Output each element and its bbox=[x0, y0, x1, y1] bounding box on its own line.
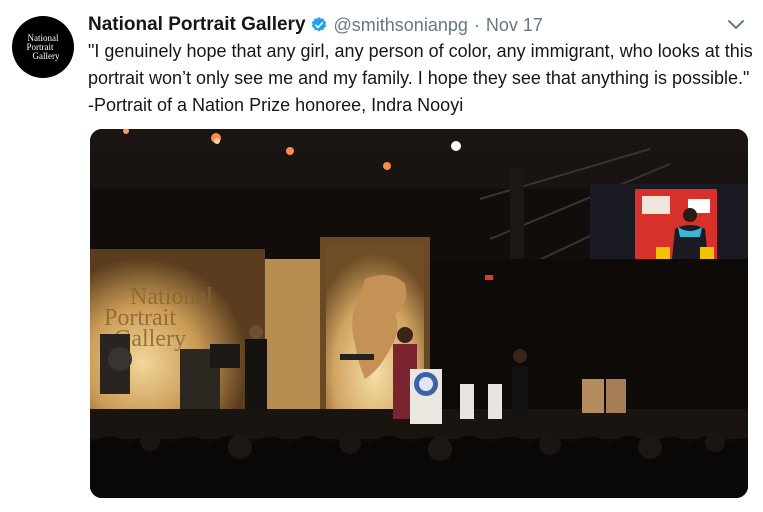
display-name[interactable]: National Portrait Gallery bbox=[88, 14, 306, 36]
verified-badge-icon bbox=[311, 17, 326, 32]
event-photo-illustration: National Portrait Gallery bbox=[90, 129, 748, 498]
chevron-down-icon[interactable] bbox=[726, 18, 746, 32]
tweet-text: "I genuinely hope that any girl, any per… bbox=[88, 41, 753, 115]
separator-dot: · bbox=[473, 14, 480, 35]
avatar-text-line-3: Gallery bbox=[32, 50, 60, 61]
profile-avatar[interactable]: National Portrait Gallery bbox=[12, 16, 74, 78]
tweet-date[interactable]: Nov 17 bbox=[486, 15, 543, 36]
tweet-photo[interactable]: National Portrait Gallery bbox=[90, 129, 748, 498]
user-handle[interactable]: @smithsonianpg bbox=[334, 15, 468, 36]
tweet-header: National Portrait Gallery @smithsonianpg… bbox=[88, 13, 543, 37]
